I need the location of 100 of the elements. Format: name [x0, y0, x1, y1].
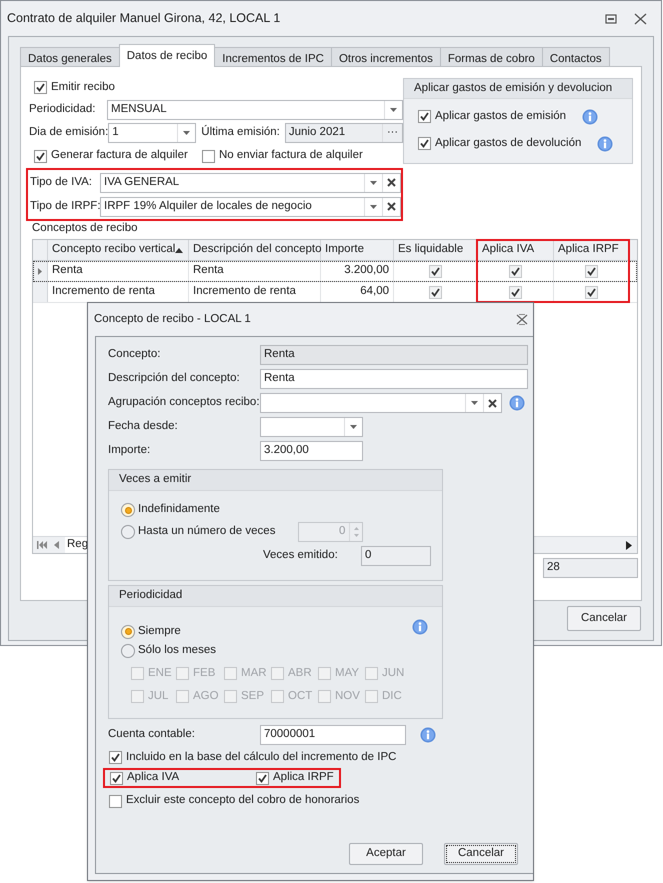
caret-down-icon[interactable] [390, 108, 397, 112]
tab[interactable]: Contactos [542, 47, 610, 67]
column-title: Descripción del concepto [193, 242, 322, 258]
checkbox[interactable] [256, 772, 269, 784]
dropdown-field[interactable]: 1 [108, 122, 196, 142]
field-label: Agrupación conceptos recibo: [108, 395, 260, 410]
checkbox[interactable] [429, 264, 442, 278]
info-icon[interactable] [582, 108, 598, 124]
dropdown-field[interactable]: MENSUAL [107, 100, 403, 120]
clear-icon[interactable] [387, 202, 396, 211]
checkbox[interactable] [584, 286, 598, 298]
dialog-title: Concepto de recibo - LOCAL 1 [94, 312, 252, 327]
checkbox[interactable] [418, 137, 431, 150]
close-icon[interactable] [516, 314, 528, 325]
previous-record-icon[interactable] [54, 541, 59, 549]
checkbox-label: Incluido en la base del cálculo del incremento de IPC [126, 750, 396, 765]
ellipsis-button[interactable]: ··· [382, 124, 402, 142]
checkbox[interactable] [429, 286, 442, 298]
caret-down-icon[interactable] [471, 401, 478, 405]
input-field[interactable]: 28 [543, 558, 638, 578]
checkbox-label: Aplicar gastos de emisión [435, 108, 566, 124]
checkbox[interactable] [109, 751, 122, 764]
field-label: Fecha desde: [108, 419, 179, 434]
caret-down-icon[interactable] [370, 180, 377, 184]
tab[interactable]: Datos generales [20, 47, 120, 67]
column-header[interactable]: Importe [321, 240, 394, 260]
checkbox[interactable] [110, 772, 123, 784]
checkbox[interactable] [34, 150, 47, 162]
clear-icon[interactable] [387, 178, 396, 187]
info-icon[interactable] [412, 619, 428, 635]
radio-button[interactable] [121, 624, 135, 638]
checkbox[interactable] [34, 81, 47, 94]
first-record-icon[interactable] [37, 541, 48, 549]
checkbox-label: Aplicar gastos de devolución [435, 136, 582, 151]
column-title: Aplica IVA [482, 242, 536, 258]
tab[interactable]: Otros incrementos [330, 47, 441, 67]
clear-icon[interactable] [488, 398, 497, 408]
field-label: Última emisión: [201, 124, 280, 140]
section-title: Conceptos de recibo [32, 220, 138, 236]
caret-down-icon[interactable] [183, 130, 190, 134]
checkbox-label: SEP [241, 688, 264, 704]
column-header[interactable]: Concepto recibo vertical [48, 240, 189, 260]
field-label: Concepto: [108, 347, 162, 362]
checkbox[interactable] [509, 286, 522, 298]
input-field[interactable]: 0 [361, 546, 431, 566]
dropdown-field[interactable]: IVA GENERAL [100, 172, 401, 192]
table-cell: 3.200,00 [321, 261, 394, 281]
checkbox-label: Emitir recibo [51, 80, 115, 95]
caret-down-icon[interactable] [370, 204, 377, 208]
input-field[interactable]: Renta [260, 345, 528, 365]
table-cell: Renta [48, 261, 189, 281]
radio-label: Hasta un número de veces [138, 524, 276, 539]
accept-button[interactable]: Aceptar [349, 843, 423, 865]
checkbox[interactable] [418, 110, 431, 123]
checkbox[interactable] [509, 264, 522, 278]
column-header[interactable]: Aplica IVA [478, 240, 554, 260]
caret-down-icon[interactable] [350, 425, 357, 429]
field-label: Tipo de IVA: [30, 174, 94, 190]
input-field[interactable]: Renta [260, 369, 528, 389]
dropdown-field[interactable]: IRPF 19% Alquiler de locales de negocio [100, 196, 401, 216]
cancel-button[interactable]: Cancelar [444, 843, 518, 865]
field-label: Descripción del concepto: [108, 371, 241, 386]
table-cell: Renta [189, 261, 321, 281]
column-header[interactable]: Aplica IRPF [554, 240, 629, 260]
checkbox-label: Generar factura de alquiler [51, 148, 188, 164]
tab[interactable]: Formas de cobro [440, 47, 543, 67]
info-icon[interactable] [597, 136, 614, 152]
info-icon[interactable] [509, 395, 525, 411]
checkbox-label: MAY [335, 666, 360, 681]
tab[interactable]: Incrementos de IPC [214, 47, 332, 67]
column-title: Aplica IRPF [558, 242, 620, 258]
dropdown-field[interactable] [260, 417, 363, 437]
checkbox-label: ABR [288, 666, 312, 681]
cancel-button[interactable]: Cancelar [567, 606, 641, 631]
checkbox[interactable] [202, 150, 215, 162]
input-field[interactable]: 70000001 [260, 724, 406, 744]
radio-button[interactable] [121, 503, 135, 517]
column-header[interactable]: Es liquidable [394, 240, 478, 260]
restore-icon[interactable] [604, 12, 618, 24]
radio-button[interactable] [121, 644, 135, 658]
close-icon[interactable] [634, 12, 647, 24]
input-field[interactable]: Junio 2021 ··· [284, 122, 403, 142]
info-icon[interactable] [420, 726, 436, 742]
radio-button[interactable] [121, 524, 135, 538]
field-label: Veces emitido: [263, 548, 339, 564]
field-label: Tipo de IRPF: [30, 198, 100, 214]
scroll-right-icon[interactable] [626, 540, 632, 550]
column-title: Concepto recibo vertical [52, 242, 176, 258]
checkbox-label: AGO [193, 688, 219, 704]
checkbox[interactable] [584, 264, 598, 278]
row-indicator[interactable] [33, 261, 48, 281]
column-header[interactable]: Descripción del concepto [189, 240, 321, 260]
radio-label: Siempre [138, 624, 181, 639]
checkbox[interactable] [109, 794, 122, 808]
checkbox-label: ENE [148, 666, 172, 681]
window-title: Contrato de alquiler Manuel Girona, 42, LOCAL 1 [7, 10, 282, 28]
input-field[interactable]: 3.200,00 [260, 441, 363, 461]
tab[interactable]: Datos de recibo [118, 44, 216, 67]
dropdown-field[interactable] [260, 393, 502, 413]
group-title: Periodicidad [119, 588, 182, 604]
